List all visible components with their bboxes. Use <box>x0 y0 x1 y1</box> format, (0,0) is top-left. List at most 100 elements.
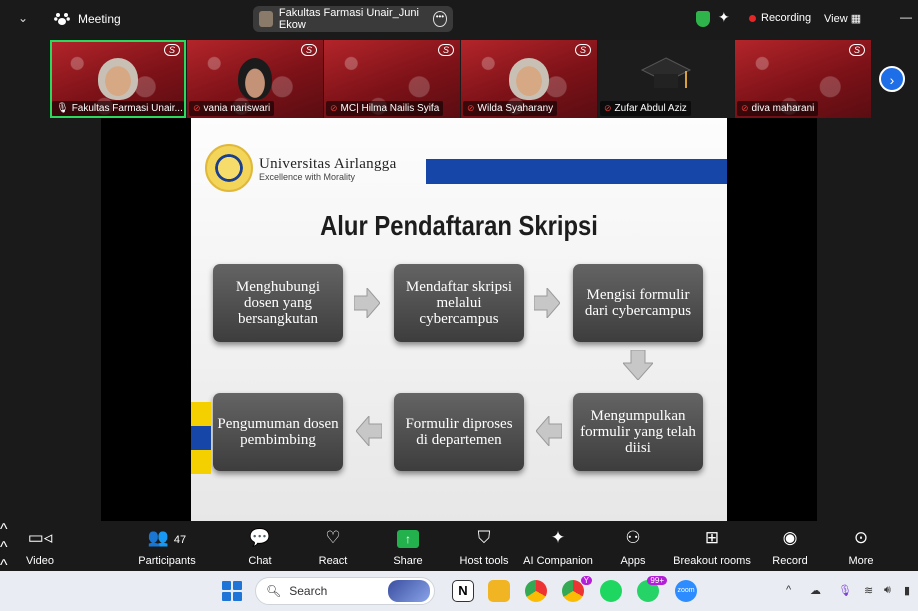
ai-sparkle-icon[interactable]: ✦ <box>718 9 730 26</box>
next-page-arrow-icon[interactable]: › <box>879 66 905 92</box>
record-button[interactable]: ◉ Record <box>772 527 808 567</box>
participant-video <box>509 58 549 100</box>
participant-tile[interactable]: S ⊘ vania nariswari <box>187 40 323 118</box>
record-icon: ◉ <box>782 528 798 547</box>
header-blue-bar <box>426 159 727 184</box>
chat-button[interactable]: 💬 Chat <box>244 527 276 567</box>
chrome-icon[interactable] <box>525 580 547 602</box>
apps-icon: ⚇ <box>625 528 641 547</box>
apps-button[interactable]: ⚇ Apps <box>618 527 648 567</box>
muted-mic-icon: ⊘ <box>467 103 475 113</box>
participant-name-tag: ⊘ Wilda Syaharany <box>463 101 558 116</box>
participant-tile[interactable]: S ⊘ MC| Hilma Nailis Syifa <box>324 40 460 118</box>
muted-mic-icon: ⊘ <box>330 103 338 113</box>
ai-companion-button[interactable]: ✦ AI Companion <box>522 527 594 567</box>
recording-label: Recording <box>761 12 812 24</box>
skripsi-logo: S <box>163 44 180 56</box>
arrow-right-icon <box>534 288 560 318</box>
participant-name-tag: ⊘ vania nariswari <box>189 101 275 116</box>
share-arrow-icon: ↑ <box>397 530 419 548</box>
participant-name-tag: ⊘ diva maharani <box>737 101 819 116</box>
flow-step-4: Mengumpulkan formulir yang telah diisi <box>573 393 703 471</box>
battery-icon[interactable]: ▮ <box>904 584 910 597</box>
participant-name: Wilda Syaharany <box>477 103 554 114</box>
participant-tile[interactable]: S 🎙 Fakultas Farmasi Unair... <box>50 40 186 118</box>
participants-icon: 👥 47 <box>136 527 198 549</box>
minimize-icon[interactable]: — <box>900 10 912 24</box>
flow-step-5: Formulir diproses di departemen <box>394 393 524 471</box>
participant-name-tag: ⊘ Zufar Abdul Aziz <box>600 101 691 116</box>
tray-expand-icon[interactable]: ^ <box>786 584 791 596</box>
heart-icon: ♡ <box>325 528 341 547</box>
chrome-profile-badge: Y <box>580 576 592 585</box>
view-button[interactable]: View ▦ <box>824 12 861 25</box>
zoom-app-icon[interactable]: zoom <box>675 580 697 602</box>
participant-video <box>98 58 138 100</box>
participants-button[interactable]: 👥 47 Participants <box>136 527 198 567</box>
chat-label: Chat <box>248 555 272 567</box>
windows-start-icon[interactable] <box>222 581 242 601</box>
host-tools-label: Host tools <box>459 555 509 567</box>
arrow-left-icon <box>536 416 562 446</box>
volume-icon[interactable]: 🔊︎ <box>884 584 891 597</box>
participant-name: MC| Hilma Nailis Syifa <box>340 103 440 114</box>
whatsapp-icon[interactable]: 99+ <box>637 576 667 602</box>
security-shield-icon[interactable] <box>696 11 710 27</box>
participant-thumbnail-strip: S 🎙 Fakultas Farmasi Unair... S ⊘ vania … <box>50 40 871 118</box>
file-explorer-icon[interactable] <box>488 580 510 602</box>
arrow-left-icon <box>356 416 382 446</box>
presenter-avatar <box>259 11 273 27</box>
host-tools-button[interactable]: ⛉ Host tools <box>456 527 512 567</box>
more-label: More <box>848 555 874 567</box>
whatsapp-badge: 99+ <box>647 576 667 585</box>
breakout-rooms-button[interactable]: ⊞ Breakout rooms <box>672 527 752 567</box>
slide-title: Alur Pendaftaran Skripsi <box>320 210 598 241</box>
react-button[interactable]: ♡ React <box>316 527 350 567</box>
participant-name: Fakultas Farmasi Unair... <box>71 103 183 114</box>
participant-video <box>238 58 272 100</box>
participant-name: Zufar Abdul Aziz <box>614 103 687 114</box>
participant-tile[interactable]: ⊘ Zufar Abdul Aziz <box>598 40 734 118</box>
video-camera-icon: ▭◃ <box>27 528 53 547</box>
sharing-label: Fakultas Farmasi Unair_Juni Ekow <box>278 7 419 31</box>
react-label: React <box>318 555 348 567</box>
chevron-down-icon[interactable]: ⌄ <box>18 11 28 25</box>
wifi-icon[interactable]: ≋ <box>864 584 873 597</box>
shield-icon: ⛉ <box>477 528 491 547</box>
participant-name: diva maharani <box>751 103 815 114</box>
recording-indicator[interactable]: Recording <box>749 12 811 24</box>
video-label: Video <box>26 555 54 567</box>
search-icon: 🔍︎ <box>266 584 282 598</box>
meeting-toolbar: ▭◃ Video ^ 👥 47 Participants ^ 💬 Chat ^ … <box>0 521 918 610</box>
sharing-indicator[interactable]: Fakultas Farmasi Unair_Juni Ekow ••• <box>253 6 453 32</box>
microphone-icon[interactable]: 🎙 <box>838 584 852 597</box>
flow-step-6: Pengumuman dosen pembimbing <box>213 393 343 471</box>
windows-taskbar: 🔍︎ Search N Y 99+ zoom ^ ☁ 🎙 ≋ 🔊︎ ▮ <box>0 571 918 611</box>
chrome-profile-icon[interactable]: Y <box>562 576 592 602</box>
video-button[interactable]: ▭◃ Video <box>22 527 58 567</box>
flow-step-2: Mendaftar skripsi melalui cybercampus <box>394 264 524 342</box>
meeting-info-button[interactable]: Meeting <box>54 12 121 26</box>
notion-app-icon[interactable]: N <box>452 580 474 602</box>
chat-bubble-icon: 💬 <box>249 528 271 547</box>
participant-name: vania nariswari <box>203 103 271 114</box>
skripsi-logo: S <box>574 44 591 56</box>
more-button[interactable]: ⊙ More <box>846 527 876 567</box>
share-button[interactable]: ↑ Share <box>390 527 426 567</box>
more-options-icon[interactable]: ••• <box>432 11 447 27</box>
apps-label: Apps <box>620 555 646 567</box>
breakout-label: Breakout rooms <box>673 555 751 567</box>
meeting-icon <box>54 13 70 25</box>
participant-name-tag: 🎙 Fakultas Farmasi Unair... <box>52 101 184 116</box>
participants-label: Participants <box>138 555 196 567</box>
participant-tile[interactable]: S ⊘ diva maharani <box>735 40 871 118</box>
cloud-sync-icon[interactable]: ☁ <box>810 584 821 597</box>
spotify-icon[interactable] <box>600 580 622 602</box>
participant-tile[interactable]: S ⊘ Wilda Syaharany <box>461 40 597 118</box>
muted-mic-icon: ⊘ <box>741 103 749 113</box>
skripsi-logo: S <box>848 44 865 56</box>
taskbar-search[interactable]: 🔍︎ Search <box>255 577 435 605</box>
ai-companion-label: AI Companion <box>523 555 593 567</box>
weather-widget-icon[interactable] <box>388 580 430 602</box>
presentation-slide: Universitas Airlangga Excellence with Mo… <box>191 118 727 522</box>
